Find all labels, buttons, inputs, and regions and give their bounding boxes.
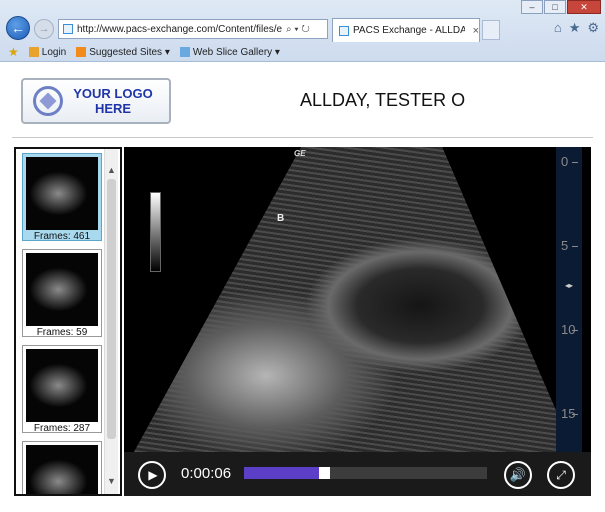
favorites-star-icon[interactable]: ★ xyxy=(569,20,581,36)
grayscale-bar xyxy=(150,192,161,272)
login-icon xyxy=(28,47,39,57)
new-tab-button[interactable] xyxy=(482,20,500,40)
patient-name: ALLDAY, TESTER O xyxy=(300,90,466,110)
suggested-sites-icon xyxy=(76,47,87,57)
favorites-item-suggested-sites[interactable]: Suggested Sites ▾ xyxy=(76,47,170,58)
page-favicon-icon xyxy=(63,24,73,34)
scroll-up-icon[interactable]: ▲ xyxy=(105,163,118,177)
thumbnail-image xyxy=(26,445,98,494)
close-window-button[interactable]: ✕ xyxy=(567,0,601,14)
tab-favicon-icon xyxy=(339,25,349,36)
playback-time: 0:00:06 xyxy=(181,465,232,482)
focus-marker: ◂▸ xyxy=(565,281,574,290)
thumbnail-caption: Frames: 287 xyxy=(33,423,91,434)
progress-bar[interactable] xyxy=(244,467,487,479)
player-controls: ▶ 0:00:06 🔊 ⤢ xyxy=(124,452,591,496)
tab-title[interactable]: PACS Exchange - ALLDAY, ... xyxy=(353,25,465,36)
play-button[interactable]: ▶ xyxy=(138,461,166,489)
series-thumbnail[interactable] xyxy=(22,441,102,494)
progress-fill xyxy=(244,467,319,479)
ultrasound-image xyxy=(134,147,574,452)
scrollbar-thumb[interactable] xyxy=(107,179,116,439)
logo-text: YOUR LOGO HERE xyxy=(73,86,153,116)
tab-close-button[interactable]: × xyxy=(473,25,479,37)
series-thumbnail[interactable]: Frames: 461 xyxy=(22,153,102,242)
browser-chrome: ← → http://www.pacs-exchange.com/Content… xyxy=(0,0,605,62)
image-viewer[interactable]: 0 5 10 15 GE B ◂▸ ▶ 0:00:06 🔊 ⤢ xyxy=(124,147,591,496)
home-icon[interactable]: ⌂ xyxy=(554,20,562,36)
favorites-item-label: Suggested Sites ▾ xyxy=(89,46,170,58)
logo-mark-icon xyxy=(33,86,63,116)
thumbnail-image xyxy=(26,349,98,422)
depth-tick-label: 15 xyxy=(561,406,576,421)
address-bar[interactable]: http://www.pacs-exchange.com/Content/fil… xyxy=(58,19,328,39)
thumbnail-scrollbar[interactable]: ▲ ▼ xyxy=(104,149,118,494)
favorites-item-label: Login xyxy=(41,46,67,58)
thumbnail-caption: Frames: 461 xyxy=(33,231,91,242)
back-button[interactable]: ← xyxy=(6,16,30,40)
depth-tick-label: 10 xyxy=(561,322,576,337)
depth-tick-label: 0 xyxy=(561,154,569,169)
favorites-item-login[interactable]: Login xyxy=(28,46,67,58)
vendor-label: GE xyxy=(294,149,306,158)
series-thumbnail-list[interactable]: Frames: 461 Frames: 59 Frames: 287 ▲ ▼ xyxy=(14,147,122,496)
minimize-button[interactable]: – xyxy=(521,0,543,14)
favorites-item-label: Web Slice Gallery ▾ xyxy=(192,46,280,58)
thumbnail-image xyxy=(26,253,98,326)
favorites-item-web-slice-gallery[interactable]: Web Slice Gallery ▾ xyxy=(179,46,280,58)
fullscreen-button[interactable]: ⤢ xyxy=(547,461,575,489)
depth-tick-label: 5 xyxy=(561,238,569,253)
favorites-icon[interactable]: ★ xyxy=(8,45,19,59)
favorites-bar: ★ Login Suggested Sites ▾ Web Slice Gall… xyxy=(0,42,605,62)
logo: YOUR LOGO HERE xyxy=(21,78,171,124)
browser-tab[interactable]: PACS Exchange - ALLDAY, ... × xyxy=(332,18,480,42)
volume-button[interactable]: 🔊 xyxy=(504,461,532,489)
toolbar-icons: ⌂ ★ ⚙ xyxy=(554,20,599,36)
mode-marker: B xyxy=(277,213,285,224)
maximize-button[interactable]: □ xyxy=(544,0,566,14)
progress-handle[interactable] xyxy=(319,467,330,479)
window-controls: – □ ✕ xyxy=(520,0,601,14)
address-controls[interactable]: ⌕ ▾ ↻ xyxy=(286,24,310,35)
thumbnail-caption: Frames: 59 xyxy=(36,327,88,338)
series-thumbnail[interactable]: Frames: 287 xyxy=(22,345,102,434)
divider xyxy=(12,137,593,138)
thumbnail-image xyxy=(26,157,98,230)
address-url[interactable]: http://www.pacs-exchange.com/Content/fil… xyxy=(77,24,282,35)
forward-button[interactable]: → xyxy=(34,19,54,39)
web-slice-icon xyxy=(179,47,190,57)
scroll-down-icon[interactable]: ▼ xyxy=(105,474,118,488)
depth-tick-mark xyxy=(572,246,578,247)
series-thumbnail[interactable]: Frames: 59 xyxy=(22,249,102,338)
settings-gear-icon[interactable]: ⚙ xyxy=(587,20,599,36)
depth-tick-mark xyxy=(572,162,578,163)
